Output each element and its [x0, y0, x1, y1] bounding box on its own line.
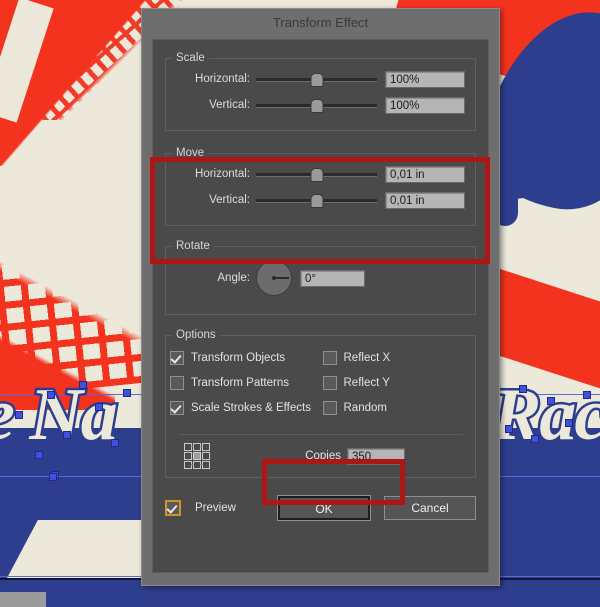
scale-vertical-slider[interactable] [256, 98, 377, 113]
copies-input[interactable]: 350 [347, 447, 405, 465]
transform-patterns-checkbox[interactable] [170, 375, 184, 390]
path-anchor-point[interactable] [112, 440, 118, 446]
move-horizontal-label: Horizontal: [195, 168, 250, 180]
scale-strokes-effects-label: Scale Strokes & Effects [191, 401, 311, 414]
angle-dial[interactable] [256, 260, 292, 296]
nine-point-reference-grid-icon[interactable] [184, 443, 210, 469]
options-right-column: Reflect X Reflect Y Random [322, 345, 476, 420]
copies-row: Copies 350 [178, 434, 463, 477]
ok-button[interactable]: OK [278, 496, 370, 520]
move-group: Move Horizontal: 0,01 in Vertical: 0,01 … [165, 147, 476, 226]
path-anchor-point[interactable] [566, 420, 572, 426]
rotate-angle-row: Angle: 0° [172, 258, 465, 298]
script-lettering-right: Rac [489, 374, 600, 456]
dialog-footer: Preview OK Cancel [165, 496, 476, 520]
dialog-title: Transform Effect [272, 15, 369, 30]
scale-horizontal-slider[interactable] [256, 72, 377, 87]
cancel-button[interactable]: Cancel [384, 496, 476, 520]
slider-thumb[interactable] [310, 73, 323, 87]
path-anchor-point[interactable] [548, 398, 554, 404]
move-horizontal-input[interactable]: 0,01 in [385, 165, 465, 183]
path-anchor-point[interactable] [36, 452, 42, 458]
option-random[interactable]: Random [322, 395, 476, 420]
path-anchor-point[interactable] [584, 392, 590, 398]
scale-vertical-input[interactable]: 100% [385, 96, 465, 114]
path-anchor-point[interactable] [520, 386, 526, 392]
move-horizontal-row: Horizontal: 0,01 in [172, 161, 465, 187]
option-transform-patterns[interactable]: Transform Patterns [170, 370, 323, 395]
dialog-body: Scale Horizontal: 100% Vertical: 100% Mo… [152, 39, 489, 573]
rotate-group-legend: Rotate [176, 240, 210, 252]
path-anchor-point[interactable] [16, 412, 22, 418]
path-anchor-point[interactable] [532, 436, 538, 442]
scale-horizontal-row: Horizontal: 100% [172, 66, 465, 92]
transform-objects-label: Transform Objects [191, 351, 286, 364]
taskbar-sliver [0, 592, 46, 607]
options-group: Options Transform Objects Transform Patt… [165, 329, 476, 478]
scale-group-legend: Scale [176, 52, 205, 64]
slider-thumb[interactable] [310, 194, 323, 208]
path-anchor-point[interactable] [506, 426, 512, 432]
path-anchor-point[interactable] [96, 404, 102, 410]
preview-checkbox[interactable] [165, 500, 181, 516]
rotate-angle-label: Angle: [217, 272, 250, 284]
angle-dial-needle [274, 277, 289, 279]
path-anchor-point[interactable] [50, 474, 56, 480]
move-vertical-slider[interactable] [256, 193, 377, 208]
scale-horizontal-label: Horizontal: [195, 73, 250, 85]
option-reflect-x[interactable]: Reflect X [322, 345, 476, 370]
transform-patterns-label: Transform Patterns [191, 376, 289, 389]
option-reflect-y[interactable]: Reflect Y [322, 370, 476, 395]
random-label: Random [343, 401, 387, 414]
move-group-legend: Move [176, 147, 205, 159]
move-vertical-row: Vertical: 0,01 in [172, 187, 465, 213]
scale-group: Scale Horizontal: 100% Vertical: 100% [165, 52, 476, 131]
scale-strokes-effects-checkbox[interactable] [170, 400, 184, 415]
reflect-x-label: Reflect X [343, 351, 391, 364]
reflect-y-label: Reflect Y [343, 376, 390, 389]
path-anchor-point[interactable] [124, 390, 130, 396]
scale-vertical-label: Vertical: [209, 99, 250, 111]
slider-thumb[interactable] [310, 168, 323, 182]
reflect-y-checkbox[interactable] [322, 375, 337, 390]
rotate-angle-input[interactable]: 0° [300, 269, 365, 287]
options-group-legend: Options [176, 329, 216, 341]
transform-objects-checkbox[interactable] [170, 350, 184, 365]
copies-label: Copies [305, 450, 341, 462]
angle-dial-hub [272, 276, 276, 280]
move-horizontal-slider[interactable] [256, 167, 377, 182]
scale-vertical-row: Vertical: 100% [172, 92, 465, 118]
move-vertical-label: Vertical: [209, 194, 250, 206]
random-checkbox[interactable] [322, 400, 337, 415]
rotate-group: Rotate Angle: 0° [165, 240, 476, 315]
reflect-x-checkbox[interactable] [322, 350, 337, 365]
transform-effect-dialog[interactable]: Transform Effect Scale Horizontal: 100% … [141, 8, 500, 586]
path-anchor-point[interactable] [48, 392, 54, 398]
option-transform-objects[interactable]: Transform Objects [170, 345, 323, 370]
path-anchor-point[interactable] [80, 382, 86, 388]
move-vertical-input[interactable]: 0,01 in [385, 191, 465, 209]
option-scale-strokes-effects[interactable]: Scale Strokes & Effects [170, 395, 323, 420]
options-left-column: Transform Objects Transform Patterns Sca… [170, 345, 323, 420]
preview-label: Preview [195, 502, 236, 514]
slider-thumb[interactable] [310, 99, 323, 113]
path-anchor-point[interactable] [64, 432, 70, 438]
scale-horizontal-input[interactable]: 100% [385, 70, 465, 88]
